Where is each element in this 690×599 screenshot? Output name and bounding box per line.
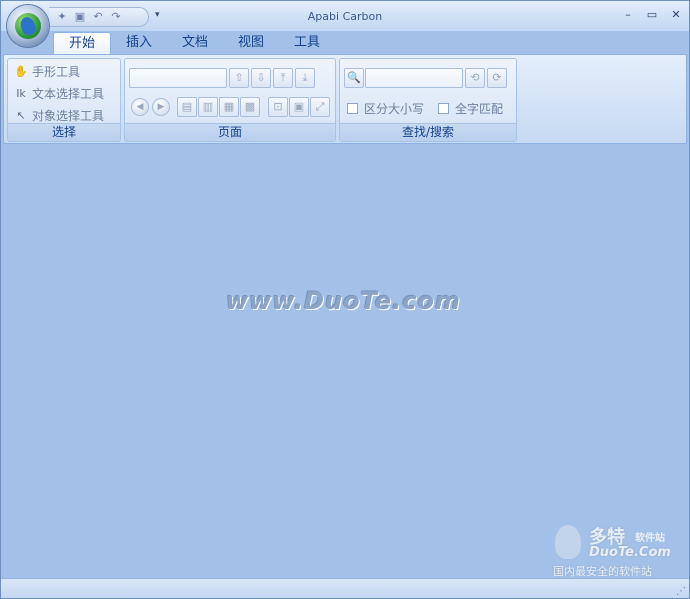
actual-size-icon[interactable]: ⊡ (268, 97, 288, 117)
tab-tools[interactable]: 工具 (279, 32, 335, 54)
hand-tool-button[interactable]: ✋ 手形工具 (14, 63, 80, 80)
first-page-up-icon[interactable]: ⇧ (229, 68, 249, 88)
tab-insert[interactable]: 插入 (111, 32, 167, 54)
save-icon[interactable]: ▣ (73, 10, 87, 24)
last-page-icon[interactable]: ⤓ (295, 68, 315, 88)
match-case-checkbox[interactable]: 区分大小写 (347, 100, 424, 117)
search-input[interactable] (365, 68, 463, 88)
find-previous-icon[interactable]: ⟲ (465, 68, 485, 88)
whole-word-box[interactable] (438, 103, 449, 114)
app-logo-icon (15, 13, 41, 39)
fit-page-icon[interactable]: ▣ (289, 97, 309, 117)
back-icon[interactable]: ◀ (131, 98, 149, 116)
first-page-icon[interactable]: ⤒ (273, 68, 293, 88)
find-next-icon[interactable]: ⟳ (487, 68, 507, 88)
tab-view[interactable]: 视图 (223, 32, 279, 54)
search-group: 🔍 ⟲ ⟳ 区分大小写 全字匹配 查找/搜索 (339, 58, 517, 142)
whole-word-label: 全字匹配 (455, 102, 504, 116)
status-bar: ⋰ (1, 578, 689, 598)
hand-tool-label: 手形工具 (32, 65, 81, 79)
text-cursor-icon: Ik (16, 87, 26, 100)
whole-word-checkbox[interactable]: 全字匹配 (438, 100, 503, 117)
search-group-label: 查找/搜索 (340, 123, 516, 141)
two-page-layout-icon[interactable]: ▦ (219, 97, 239, 117)
pointer-icon: ↖ (16, 109, 26, 122)
page-group: ⇧ ⇩ ⤒ ⤓ ◀ ▶ ▤ ▥ ▦ ▩ ⊡ ▣ ⤢ 页面 (124, 58, 336, 142)
fit-width-icon[interactable]: ⤢ (310, 97, 330, 117)
open-icon[interactable]: ✦ (55, 10, 69, 24)
continuous-layout-icon[interactable]: ▥ (198, 97, 218, 117)
text-select-tool-button[interactable]: Ik 文本选择工具 (14, 85, 104, 102)
undo-icon[interactable]: ↶ (91, 10, 105, 24)
ribbon-panel: ✋ 手形工具 Ik 文本选择工具 ↖ 对象选择工具 选择 ⇧ ⇩ ⤒ ⤓ ◀ ▶… (3, 54, 687, 144)
qat-customize-button[interactable]: ▾ (155, 10, 160, 20)
search-doc-icon[interactable]: 🔍 (344, 68, 364, 88)
select-group-label: 选择 (8, 123, 120, 141)
select-group: ✋ 手形工具 Ik 文本选择工具 ↖ 对象选择工具 选择 (7, 58, 121, 142)
grid-layout-icon[interactable]: ▩ (240, 97, 260, 117)
match-case-box[interactable] (347, 103, 358, 114)
logo-site-text: DuoTe.Com (589, 545, 671, 560)
close-button[interactable]: ✕ (667, 7, 685, 23)
logo-small-text: 软件站 (635, 533, 665, 544)
match-case-label: 区分大小写 (364, 102, 425, 116)
hand-icon: ✋ (14, 65, 28, 78)
redo-icon[interactable]: ↷ (109, 10, 123, 24)
page-down-icon[interactable]: ⇩ (251, 68, 271, 88)
text-select-tool-label: 文本选择工具 (32, 87, 105, 101)
tab-document[interactable]: 文档 (167, 32, 223, 54)
logo-slogan-text: 国内最安全的软件站 (553, 565, 652, 578)
app-window: Apabi Carbon – ▭ ✕ ✦ ▣ ↶ ↷ ▾ 开始 插入 文档 视图… (0, 0, 690, 599)
quick-access-toolbar: ✦ ▣ ↶ ↷ (49, 7, 149, 27)
single-page-layout-icon[interactable]: ▤ (177, 97, 197, 117)
page-number-input[interactable] (129, 68, 227, 88)
restore-button[interactable]: ▭ (643, 7, 661, 23)
minimize-button[interactable]: – (619, 7, 637, 23)
resize-grip-icon[interactable]: ⋰ (676, 586, 686, 597)
document-workspace[interactable]: www.DuoTe.com 多特 软件站 DuoTe.Com 国内最安全的软件站 (1, 145, 689, 578)
window-controls: – ▭ ✕ (619, 7, 685, 23)
watermark-text: www.DuoTe.com (226, 287, 461, 315)
forward-icon[interactable]: ▶ (152, 98, 170, 116)
app-menu-orb-button[interactable] (7, 5, 49, 47)
object-select-tool-label: 对象选择工具 (32, 109, 105, 123)
object-select-tool-button[interactable]: ↖ 对象选择工具 (14, 107, 104, 124)
page-group-label: 页面 (125, 123, 335, 141)
corner-watermark-logo: 多特 软件站 DuoTe.Com 国内最安全的软件站 (553, 523, 683, 583)
mascot-icon (555, 525, 581, 559)
